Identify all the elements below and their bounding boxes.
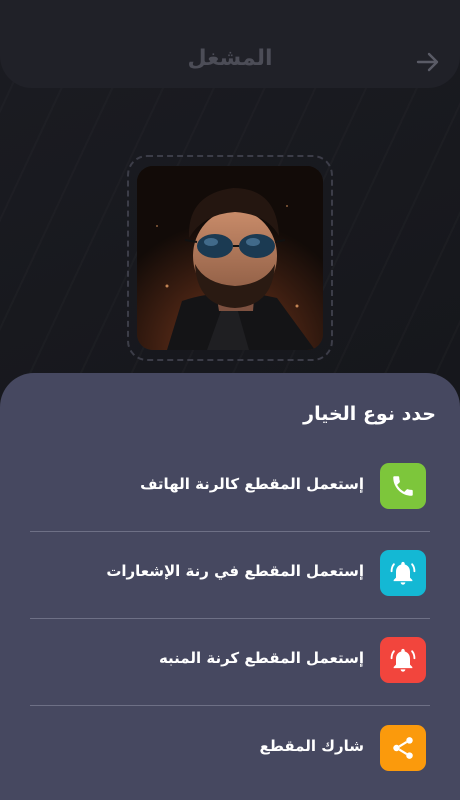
option-notification[interactable]: إستعمل المقطع في رنة الإشعارات [30,532,430,618]
options-sheet: حدد نوع الخيار إستعمل المقطع كالرنة الها… [0,373,460,800]
option-label: إستعمل المقطع في رنة الإشعارات [106,562,364,580]
arrow-right-icon [416,52,439,72]
header-bar: المشغل [0,0,460,88]
option-share[interactable]: شارك المقطع [30,707,430,793]
bell-icon [390,561,416,585]
option-label: إستعمل المقطع كالرنة الهاتف [140,475,364,493]
option-alarm[interactable]: إستعمل المقطع كرنة المنبه [30,619,430,705]
option-label: شارك المقطع [259,737,364,755]
divider [30,705,430,706]
alarm-icon-box [380,637,426,683]
artist-portrait [137,166,323,350]
alarm-icon [390,648,416,672]
album-cover [137,166,323,350]
player-screen: المشغل حدد نوع الخيار إستعمل المقطع كالر… [0,0,460,800]
option-ringtone[interactable]: إستعمل المقطع كالرنة الهاتف [30,445,430,531]
notification-icon-box [380,550,426,596]
back-button[interactable] [414,48,442,76]
sheet-title: حدد نوع الخيار [303,403,436,425]
share-icon-box [380,725,426,771]
ringtone-icon-box [380,463,426,509]
page-title: المشغل [187,46,273,71]
share-icon [393,737,413,759]
phone-icon [393,476,413,496]
option-label: إستعمل المقطع كرنة المنبه [158,649,364,667]
